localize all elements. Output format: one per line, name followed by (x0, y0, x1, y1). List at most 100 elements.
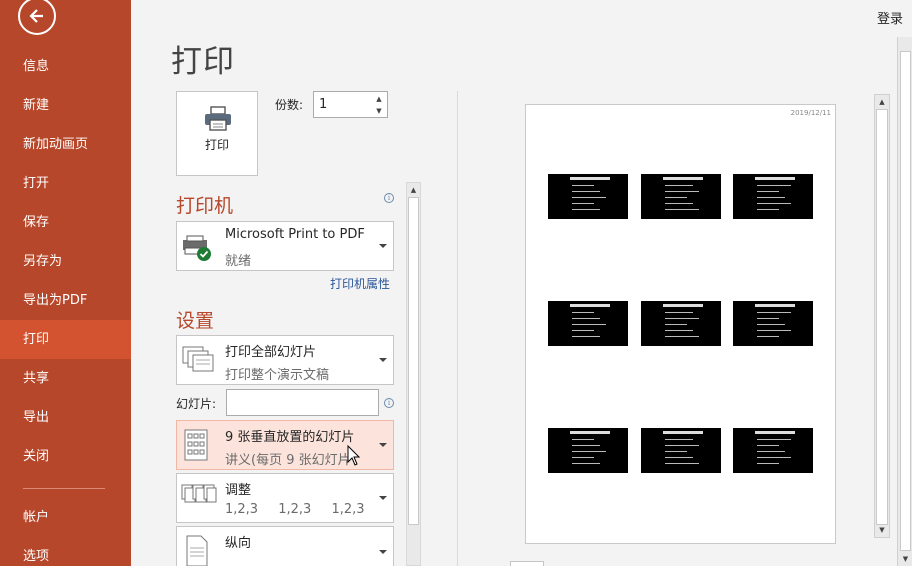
orientation-select[interactable]: 纵向 (176, 526, 394, 566)
printer-select[interactable]: Microsoft Print to PDF 就绪 (176, 221, 394, 271)
copies-value[interactable]: 1 (319, 97, 327, 112)
slide-text-line (757, 203, 791, 204)
slide-text-line (757, 445, 779, 446)
chevron-down-icon (379, 358, 387, 362)
slide-thumbnail (641, 428, 721, 473)
slide-text-line (757, 324, 785, 325)
scroll-up-icon[interactable]: ▲ (408, 184, 419, 196)
collate-order-3: 1,2,3 (331, 502, 365, 517)
backstage-nav: 信息 新建 新加动画页 打开 保存 另存为 导出为PDF 打印 共享 导出 关闭… (0, 0, 131, 566)
slide-text-line (665, 191, 699, 192)
scrollbar-thumb[interactable] (876, 109, 888, 525)
slide-title-line (663, 431, 703, 434)
slide-text-line (757, 336, 779, 337)
nav-item-info[interactable]: 信息 (0, 47, 131, 86)
settings-heading: 设置 (176, 310, 215, 332)
settings-scrollbar[interactable]: ▲ (406, 182, 421, 566)
slide-thumbnail (641, 301, 721, 346)
collate-order-1: 1,2,3 (225, 502, 259, 517)
login-link[interactable]: 登录 (877, 8, 903, 27)
page-navigator[interactable] (510, 561, 544, 566)
slide-title-line (755, 304, 795, 307)
info-icon[interactable]: i (384, 398, 394, 408)
slide-text-line (572, 185, 594, 186)
preview-scrollbar[interactable]: ▲ ▼ (874, 94, 890, 538)
print-range-title: 打印全部幻灯片 (225, 345, 317, 360)
scroll-down-icon[interactable]: ▼ (900, 553, 911, 565)
portrait-icon (186, 535, 208, 566)
scrollbar-thumb[interactable] (408, 197, 419, 525)
scroll-up-icon[interactable]: ▲ (876, 96, 888, 108)
printer-name: Microsoft Print to PDF (225, 227, 365, 242)
slide-thumbnail (733, 301, 813, 346)
nav-item-export-pdf[interactable]: 导出为PDF (0, 281, 131, 320)
printer-heading: 打印机 (176, 195, 234, 217)
printer-properties-link[interactable]: 打印机属性 (330, 275, 390, 292)
nav-item-options[interactable]: 选项 (0, 537, 131, 566)
slide-text-line (665, 336, 699, 337)
print-range-select[interactable]: 打印全部幻灯片 打印整个演示文稿 (176, 335, 394, 385)
slides-label: 幻灯片: (176, 397, 217, 411)
slide-text-line (757, 318, 779, 319)
nav-item-open[interactable]: 打开 (0, 164, 131, 203)
slide-thumbnail (548, 301, 628, 346)
collate-order: 1,2,3 1,2,3 1,2,3 (225, 502, 381, 517)
slides-input[interactable] (226, 389, 379, 416)
nav-divider (23, 488, 105, 489)
slide-text-line (665, 457, 693, 458)
nav-item-account[interactable]: 帐户 (0, 498, 131, 537)
scrollbar-thumb[interactable] (900, 51, 911, 551)
layout-select[interactable]: 9 张垂直放置的幻灯片 讲义(每页 9 张幻灯片 (176, 420, 394, 470)
printer-ready-icon (183, 235, 211, 261)
slide-thumbnail (548, 428, 628, 473)
slide-title-line (755, 177, 795, 180)
slide-text-line (665, 185, 693, 186)
nav-item-save[interactable]: 保存 (0, 203, 131, 242)
slide-text-line (572, 324, 606, 325)
copies-label: 份数: (275, 98, 304, 112)
scroll-down-icon[interactable]: ▼ (876, 524, 888, 536)
copies-stepper[interactable]: 1 ▲ ▼ (313, 91, 388, 118)
slide-text-line (757, 463, 779, 464)
slide-thumbnail (641, 174, 721, 219)
slide-text-line (665, 445, 699, 446)
backstage-scrollbar[interactable]: ▼ (897, 37, 912, 566)
info-icon[interactable]: i (384, 193, 394, 203)
nav-item-new[interactable]: 新建 (0, 86, 131, 125)
preview-date: 2019/12/11 (790, 109, 831, 117)
slide-title-line (663, 177, 703, 180)
slide-title-line (570, 177, 610, 180)
slide-text-line (572, 209, 600, 210)
copies-decrement-icon[interactable]: ▼ (374, 106, 384, 116)
nav-item-share[interactable]: 共享 (0, 359, 131, 398)
slide-text-line (572, 439, 594, 440)
slide-text-line (572, 445, 600, 446)
back-button[interactable] (18, 0, 56, 35)
printer-icon (205, 106, 231, 131)
slide-text-line (757, 330, 791, 331)
slide-text-line (757, 185, 791, 186)
chevron-down-icon (379, 550, 387, 554)
nav-item-export[interactable]: 导出 (0, 398, 131, 437)
print-button[interactable]: 打印 (176, 91, 258, 176)
slide-text-line (572, 191, 600, 192)
copies-increment-icon[interactable]: ▲ (374, 94, 384, 104)
layout-subtitle: 讲义(每页 9 张幻灯片 (225, 453, 351, 468)
slide-text-line (665, 197, 687, 198)
slide-text-line (572, 203, 594, 204)
slide-text-line (665, 451, 687, 452)
nav-item-close[interactable]: 关闭 (0, 437, 131, 476)
nav-item-new-animation-page[interactable]: 新加动画页 (0, 125, 131, 164)
nav-item-save-as[interactable]: 另存为 (0, 242, 131, 281)
slide-text-line (572, 451, 606, 452)
slide-text-line (665, 318, 699, 319)
collate-select[interactable]: 调整 1,2,3 1,2,3 1,2,3 (176, 473, 394, 523)
chevron-down-icon (379, 496, 387, 500)
slide-text-line (757, 191, 779, 192)
nav-item-print[interactable]: 打印 (0, 320, 131, 359)
slide-text-line (572, 318, 600, 319)
print-preview-page: 2019/12/11 (525, 104, 836, 544)
page-title: 打印 (171, 44, 235, 80)
all-slides-icon (182, 346, 214, 372)
back-arrow-icon (29, 9, 43, 23)
